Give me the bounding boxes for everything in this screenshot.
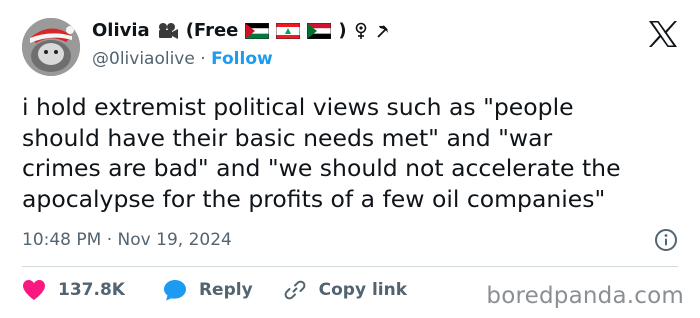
author-handle[interactable]: @0liviaolive	[92, 49, 195, 69]
tweet-text-line: crimes are bad" and "we should not accel…	[22, 154, 621, 182]
author-name[interactable]: Olivia	[92, 18, 150, 44]
feminist-symbol-icon	[354, 22, 368, 40]
tweet-header: Olivia (Free) @0liviaolive · Follow	[92, 18, 391, 71]
follow-button[interactable]: Follow	[211, 49, 273, 69]
divider	[22, 266, 678, 267]
timestamp-row: 10:48 PM · Nov 19, 2024	[22, 226, 680, 254]
separator-dot: ·	[200, 49, 206, 69]
like-button[interactable]: 137.8K	[22, 276, 125, 304]
link-icon	[283, 278, 307, 302]
avatar-cat-santa-hat-icon	[22, 18, 80, 76]
tweet-text-line: apocalypse for the profits of a few oil …	[22, 184, 606, 213]
info-icon[interactable]	[654, 228, 678, 252]
copy-link-button[interactable]: Copy link	[283, 276, 407, 304]
reply-label: Reply	[198, 280, 253, 300]
meta-separator: ·	[106, 230, 113, 250]
x-logo-icon[interactable]	[648, 20, 678, 48]
tweet-text-line: should have their basic needs met" and "…	[22, 123, 553, 152]
like-count: 137.8K	[58, 280, 125, 300]
name-suffix-close: )	[338, 20, 347, 41]
tweet-time[interactable]: 10:48 PM	[22, 230, 101, 250]
sudan-flag-icon	[307, 23, 332, 39]
tweet-text: i hold extremist political views such as…	[22, 92, 682, 214]
tweet-date[interactable]: Nov 19, 2024	[118, 230, 232, 250]
tweet-text-line: i hold extremist political views such as…	[22, 93, 574, 121]
copy-link-label: Copy link	[318, 280, 408, 300]
lebanon-flag-icon	[276, 23, 301, 39]
reply-bubble-icon	[163, 279, 187, 301]
heart-icon	[22, 279, 46, 301]
tweet-card: Olivia (Free) @0liviaolive · Follow i h…	[0, 0, 700, 318]
palestine-flag-icon	[245, 23, 270, 39]
reply-button[interactable]: Reply	[163, 276, 253, 304]
avatar[interactable]	[22, 18, 80, 76]
author-name-line[interactable]: Olivia (Free)	[92, 18, 391, 44]
boredpanda-watermark: boredpanda.com	[486, 283, 684, 309]
name-suffix-open: (Free	[185, 20, 239, 41]
handle-line: @0liviaolive · Follow	[92, 47, 391, 71]
action-bar: 137.8K Reply Copy link	[22, 276, 407, 304]
movie-camera-icon	[157, 22, 179, 40]
hammer-sickle-icon	[375, 23, 391, 39]
